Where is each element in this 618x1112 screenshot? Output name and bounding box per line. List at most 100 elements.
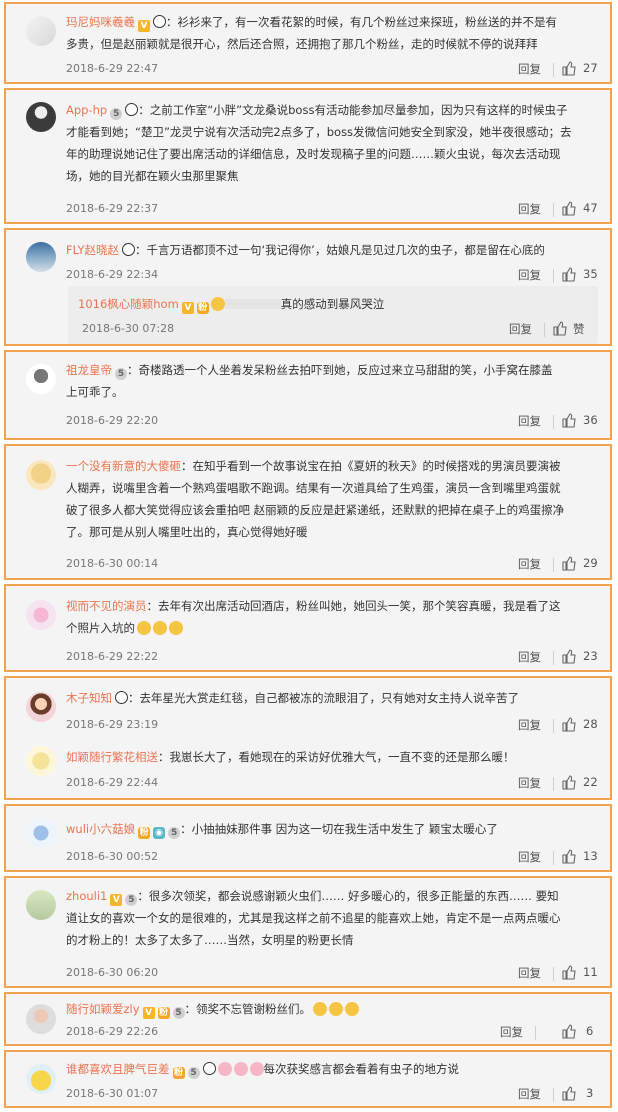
comment-card: 木子知知 ：去年星光大赏走红毯，自己都被冻的流眼泪了，只有她对女主持人说辛苦了 2… (4, 676, 612, 800)
reply-button[interactable]: 回复 (518, 1086, 541, 1102)
like-icon[interactable] (562, 413, 577, 428)
pig-emoji-icon (233, 1062, 248, 1076)
comment-author[interactable]: App-hp (66, 103, 107, 117)
like-count: 13 (583, 849, 598, 863)
divider (553, 1088, 554, 1102)
comment-card: wuli小六菇娘粉 ◉ 5 ：小抽抽妹那件事 因为这一切在我生活中发生了 颖宝太暖心了… (4, 804, 612, 872)
like-icon[interactable] (562, 1024, 577, 1039)
like-icon[interactable] (562, 649, 577, 664)
avatar[interactable] (26, 1004, 56, 1034)
like-count: 29 (583, 556, 598, 570)
reply-button[interactable]: 回复 (518, 201, 541, 217)
comment-card: App-hp 5 ：之前工作室“小胖”文龙桑说boss有活动能参加尽量参加，因为只有… (4, 88, 612, 224)
like-icon[interactable] (553, 321, 568, 336)
reply-button[interactable]: 回复 (509, 321, 532, 337)
reply-button[interactable]: 回复 (500, 1024, 523, 1040)
avatar[interactable] (26, 460, 56, 490)
comment-author[interactable]: zhouli1 (66, 889, 107, 903)
comment-author[interactable]: 谁都喜欢且脾气巨差 (66, 1062, 170, 1076)
avatar[interactable] (26, 746, 56, 776)
comment-time: 2018-6-29 22:20 (66, 414, 159, 427)
comment-author[interactable]: 木子知知 (66, 691, 112, 705)
comment-time: 2018-6-30 00:52 (66, 850, 159, 863)
medal-icon: 5 (125, 894, 138, 906)
like-icon[interactable] (562, 965, 577, 980)
comment-author[interactable]: 一个没有新意的大傻砸 (66, 459, 181, 473)
panda-icon (125, 103, 139, 116)
like-icon[interactable] (562, 556, 577, 571)
comment-author[interactable]: 祖龙皇帝 (66, 363, 112, 377)
laughing-emoji-icon (345, 1002, 360, 1016)
laughing-emoji-icon (153, 621, 167, 635)
eye-badge-icon: ◉ (153, 827, 166, 839)
like-icon[interactable] (562, 717, 577, 732)
comment-text-line: 道让女的喜欢一个女的是很难的，尤其是我这样之前不追星的能喜欢上她，肯定不是一点两… (66, 911, 561, 925)
comment-text: 一个没有新意的大傻砸：在知乎看到一个故事说宝在拍《夏妍的秋天》的时候搭戏的男演员… (66, 459, 561, 473)
comment-text-line: 多贵，但是赵丽颖就是很开心，然后还合照，还拥抱了那几个粉丝，走的时候就不停的说拜… (66, 37, 538, 51)
like-icon[interactable] (562, 849, 577, 864)
comment-text: 随行如颖爱zly V 粉 5 ：领奖不忘管谢粉丝们。 (66, 998, 360, 1020)
verified-icon: V (142, 1007, 155, 1019)
comment-text-line: 场，她的目光都在颖火虫那里聚焦 (66, 169, 239, 183)
like-icon[interactable] (562, 1086, 577, 1101)
avatar[interactable] (26, 364, 56, 394)
comment-text: App-hp 5 ：之前工作室“小胖”文龙桑说boss有活动能参加尽量参加，因为只有… (66, 103, 568, 120)
reply-button[interactable]: 回复 (518, 965, 541, 981)
comment-author[interactable]: 如颖随行繁花相送 (66, 750, 158, 764)
avatar[interactable] (26, 890, 56, 920)
like-icon[interactable] (562, 201, 577, 216)
sub-reply-text: 1016枫心随颖hom V 粉真的感动到暴风哭泣 (78, 297, 385, 314)
comment-author[interactable]: FLY赵晓赵 (66, 243, 119, 257)
avatar[interactable] (26, 16, 56, 46)
like-icon[interactable] (562, 267, 577, 282)
comment-author[interactable]: 玛尼妈咪羲羲 (66, 15, 135, 29)
avatar[interactable] (26, 692, 56, 722)
comment-text: 如颖随行繁花相送：我崽长大了，看她现在的采访好优雅大气，一直不变的还是那么暖！ (66, 750, 515, 764)
comment-text: zhouli1 V 5 ：很多次领奖，都会说感谢颖火虫们…… 好多暖心的，很多正能量的… (66, 889, 559, 906)
avatar[interactable] (26, 1064, 56, 1094)
fan-badge-icon: 粉 (138, 827, 151, 839)
comment-author[interactable]: 随行如颖爱zly (66, 1002, 140, 1016)
like-count: 23 (583, 649, 598, 663)
like-icon[interactable] (562, 775, 577, 790)
comment-author[interactable]: wuli小六菇娘 (66, 822, 135, 836)
comment-text-line: 人糊弄，说嘴里含着一个熟鸡蛋唱歌不跑调。结果有一次道具给了生鸡蛋，演员一含到嘴里… (66, 481, 561, 495)
panda-icon (122, 243, 136, 256)
reply-button[interactable]: 回复 (518, 413, 541, 429)
divider (553, 415, 554, 429)
medal-icon: 5 (168, 827, 181, 839)
comment-text-line: 了。那可是从别人嘴里吐出的，真心觉得她好暖 (66, 525, 308, 539)
comment-time: 2018-6-29 22:34 (66, 268, 159, 281)
comment-text: 玛尼妈咪羲羲 V ：衫衫来了，有一次看花絮的时候，有几个粉丝过来探班，粉丝送的并不是… (66, 15, 557, 32)
avatar[interactable] (26, 600, 56, 630)
avatar[interactable] (26, 102, 56, 132)
verified-icon: V (110, 894, 123, 906)
avatar[interactable] (26, 242, 56, 272)
divider (553, 203, 554, 217)
sub-reply-author[interactable]: 1016枫心随颖hom (78, 297, 179, 311)
laughing-emoji-icon (313, 1002, 328, 1016)
like-count: 11 (583, 965, 598, 979)
reply-button[interactable]: 回复 (518, 267, 541, 283)
medal-icon: 5 (110, 108, 123, 120)
reply-button[interactable]: 回复 (518, 649, 541, 665)
reply-button[interactable]: 回复 (518, 556, 541, 572)
comment-time: 2018-6-29 22:44 (66, 776, 159, 789)
avatar[interactable] (26, 818, 56, 848)
comment-text-line: 破了很多人都大笑觉得应该会重拍吧 赵丽颖的反应是赶紧递纸，还默默的把掉在桌子上的… (66, 503, 565, 517)
panda-icon (153, 15, 166, 28)
comment-time: 2018-6-29 22:37 (66, 202, 159, 215)
like-count: 47 (583, 201, 598, 215)
reply-button[interactable]: 回复 (518, 717, 541, 733)
divider (553, 558, 554, 572)
comment-text: 木子知知 ：去年星光大赏走红毯，自己都被冻的流眼泪了，只有她对女主持人说辛苦了 (66, 691, 519, 705)
comment-time: 2018-6-29 22:26 (66, 1025, 159, 1038)
reply-button[interactable]: 回复 (518, 849, 541, 865)
like-count: 3 (586, 1086, 594, 1100)
comment-author[interactable]: 视而不见的演员 (66, 599, 147, 613)
like-icon[interactable] (562, 61, 577, 76)
reply-button[interactable]: 回复 (518, 61, 541, 77)
comment-text-line: 才能看到她；“楚卫”龙灵宁说有次活动完2点多了，boss发微信问她安全到家没，她… (66, 125, 572, 139)
panda-icon (202, 1062, 216, 1075)
reply-button[interactable]: 回复 (518, 775, 541, 791)
